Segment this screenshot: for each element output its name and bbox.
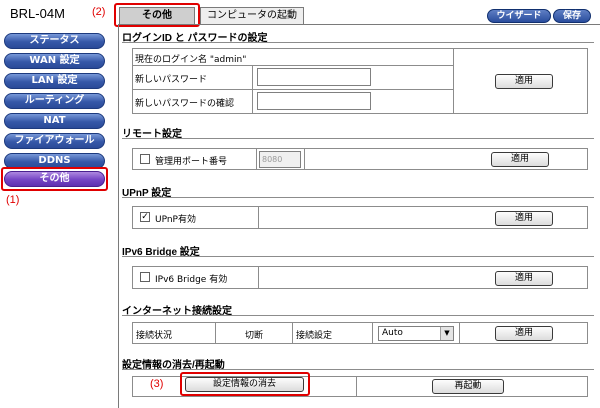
- divider: [122, 138, 594, 139]
- tab-computer-wake[interactable]: コンピュータの起動: [200, 7, 304, 24]
- chevron-down-icon[interactable]: ▼: [440, 327, 453, 340]
- confirm-password-input[interactable]: [257, 92, 371, 110]
- ipv6-checkbox[interactable]: [140, 272, 150, 282]
- remote-port-input[interactable]: 8080: [259, 151, 301, 168]
- upnp-apply-button[interactable]: 適用: [495, 211, 553, 226]
- connection-setting-select[interactable]: Auto ▼: [378, 326, 454, 341]
- new-password-label: 新しいパスワード: [135, 75, 208, 85]
- divider: [122, 369, 594, 370]
- upnp-checkbox[interactable]: ✓: [140, 212, 150, 222]
- wizard-button[interactable]: ウイザード: [487, 9, 551, 23]
- annotation-1: (1): [6, 194, 20, 206]
- sidebar-item-status[interactable]: ステータス: [4, 33, 105, 49]
- sidebar-item-other[interactable]: その他: [4, 171, 105, 187]
- divider: [122, 197, 594, 198]
- divider: [122, 315, 594, 316]
- remote-port-label: 管理用ポート番号: [155, 157, 228, 167]
- login-apply-button[interactable]: 適用: [495, 74, 553, 89]
- annotation-3: (3): [150, 378, 164, 390]
- new-password-input[interactable]: [257, 68, 371, 86]
- sidebar-item-lan[interactable]: LAN 設定: [4, 73, 105, 89]
- confirm-password-label: 新しいパスワードの確認: [135, 99, 235, 109]
- ipv6-apply-button[interactable]: 適用: [495, 271, 553, 286]
- reboot-button[interactable]: 再起動: [432, 379, 504, 394]
- sidebar-item-nat[interactable]: NAT: [4, 113, 105, 129]
- connection-setting-value: Auto: [382, 328, 403, 338]
- remote-apply-button[interactable]: 適用: [491, 152, 549, 167]
- remote-port-checkbox[interactable]: [140, 154, 150, 164]
- model-name: BRL-04M: [10, 6, 65, 21]
- current-login-name: 現在のログイン名 "admin": [135, 55, 247, 65]
- save-button[interactable]: 保存: [553, 9, 591, 23]
- sidebar-item-wan[interactable]: WAN 設定: [4, 53, 105, 69]
- connection-status-value: 切断: [245, 331, 264, 341]
- ipv6-enable-label: IPv6 Bridge 有効: [155, 275, 228, 285]
- connection-status-label: 接続状況: [136, 331, 173, 341]
- upnp-enable-label: UPnP有効: [155, 215, 196, 225]
- annotation-2: (2): [92, 6, 106, 18]
- divider: [122, 42, 594, 43]
- connection-setting-label: 接続設定: [296, 331, 333, 341]
- sidebar-item-routing[interactable]: ルーティング: [4, 93, 105, 109]
- tab-other[interactable]: その他: [119, 7, 195, 24]
- clear-settings-button[interactable]: 設定情報の消去: [185, 377, 304, 392]
- internet-apply-button[interactable]: 適用: [495, 326, 553, 341]
- sidebar-item-firewall[interactable]: ファイアウォール: [4, 133, 105, 149]
- divider: [122, 256, 594, 257]
